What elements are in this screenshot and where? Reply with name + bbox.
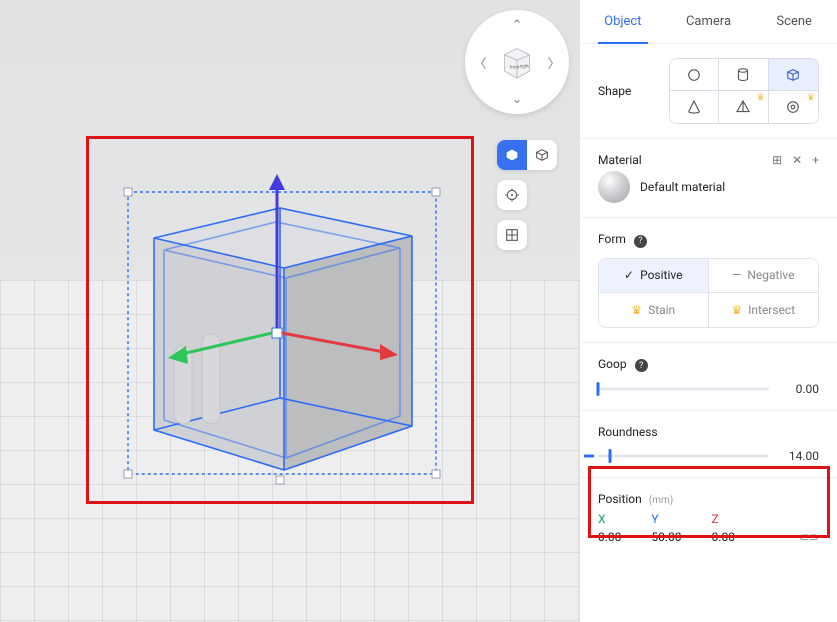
crown-icon: ♛ [631,303,642,317]
roundness-section: Roundness 14.00 [580,411,837,478]
position-x-value[interactable]: 0.00 [598,530,621,544]
material-add-icon[interactable]: + [812,153,819,167]
shape-cone[interactable] [670,91,719,123]
svg-text:right: right [520,63,530,69]
form-label: Form [598,232,626,246]
material-preview-sphere [598,171,630,203]
axis-x-label: X [598,512,621,526]
view-cube[interactable]: front right [499,44,535,80]
render-wire-button[interactable] [527,140,557,170]
shape-section: Shape ♛ [580,44,837,139]
form-section: Form ? ✓ Positive — Negative ♛ Stain ♛ I… [580,218,837,343]
form-help-icon[interactable]: ? [634,235,647,248]
roundness-label: Roundness [598,425,658,439]
orbit-down-arrow[interactable]: ⌄ [508,90,526,108]
material-label: Material [598,153,642,167]
grid-toggle-button[interactable] [497,220,527,250]
shape-label: Shape [598,84,631,98]
inspector-panel: Object Camera Scene Shape [579,0,837,622]
goop-help-icon[interactable]: ? [635,359,648,372]
selected-object-cube[interactable] [116,174,448,486]
orbit-left-arrow[interactable]: 〈 [471,53,489,71]
goop-section: Goop ? 0.00 [580,343,837,412]
goop-label: Goop [598,357,627,371]
shape-sphere[interactable] [670,59,719,91]
premium-badge-icon: ♛ [807,93,815,103]
material-shuffle-icon[interactable]: ✕ [792,153,802,167]
shape-torus[interactable]: ♛ [769,91,818,123]
material-current[interactable]: Default material [598,171,819,203]
roundness-slider[interactable] [598,449,769,463]
link-axes-icon[interactable]: ⊂⊃ [799,530,819,544]
material-name: Default material [640,180,725,194]
view-orientation-gizmo[interactable]: ⌃ ⌄ 〈 〉 front right [465,10,569,114]
orbit-up-arrow[interactable]: ⌃ [508,16,526,34]
render-mode-toggle [497,140,557,170]
tab-object[interactable]: Object [580,0,666,43]
form-positive[interactable]: ✓ Positive [599,259,709,293]
minus-icon: — [732,268,741,282]
position-z-value[interactable]: 0.00 [712,530,735,544]
form-picker: ✓ Positive — Negative ♛ Stain ♛ Intersec… [598,258,819,328]
form-negative[interactable]: — Negative [709,259,819,293]
shape-pyramid[interactable]: ♛ [719,91,768,123]
material-library-icon[interactable]: ⊞ [772,153,782,167]
viewport-3d[interactable]: ⌃ ⌄ 〈 〉 front right [0,0,579,622]
shape-cylinder[interactable] [719,59,768,91]
position-label: Position [598,492,642,506]
orbit-right-arrow[interactable]: 〉 [545,53,563,71]
material-section: Material ⊞ ✕ + Default material [580,139,837,218]
tab-camera[interactable]: Camera [666,0,752,43]
axis-y-label: Y [651,512,681,526]
axis-z-label: Z [712,512,735,526]
premium-badge-icon: ♛ [757,93,765,103]
render-solid-button[interactable] [497,140,527,170]
shape-picker: ♛ ♛ [669,58,819,124]
position-section: Position (mm) X 0.00 Y 50.00 Z 0.00 ⊂⊃ [580,478,837,558]
shape-cube[interactable] [769,59,818,91]
position-unit: (mm) [649,495,673,506]
form-stain[interactable]: ♛ Stain [599,293,709,327]
viewport-tool-column [497,140,557,250]
inspector-tabs: Object Camera Scene [580,0,837,44]
position-y-value[interactable]: 50.00 [651,530,681,544]
tab-scene[interactable]: Scene [751,0,837,43]
check-icon: ✓ [624,268,634,282]
goop-value: 0.00 [779,382,819,396]
goop-slider[interactable] [598,382,769,396]
recenter-button[interactable] [497,180,527,210]
form-intersect[interactable]: ♛ Intersect [709,293,819,327]
roundness-value: 14.00 [779,449,819,463]
crown-icon: ♛ [731,303,742,317]
material-actions: ⊞ ✕ + [772,153,819,167]
